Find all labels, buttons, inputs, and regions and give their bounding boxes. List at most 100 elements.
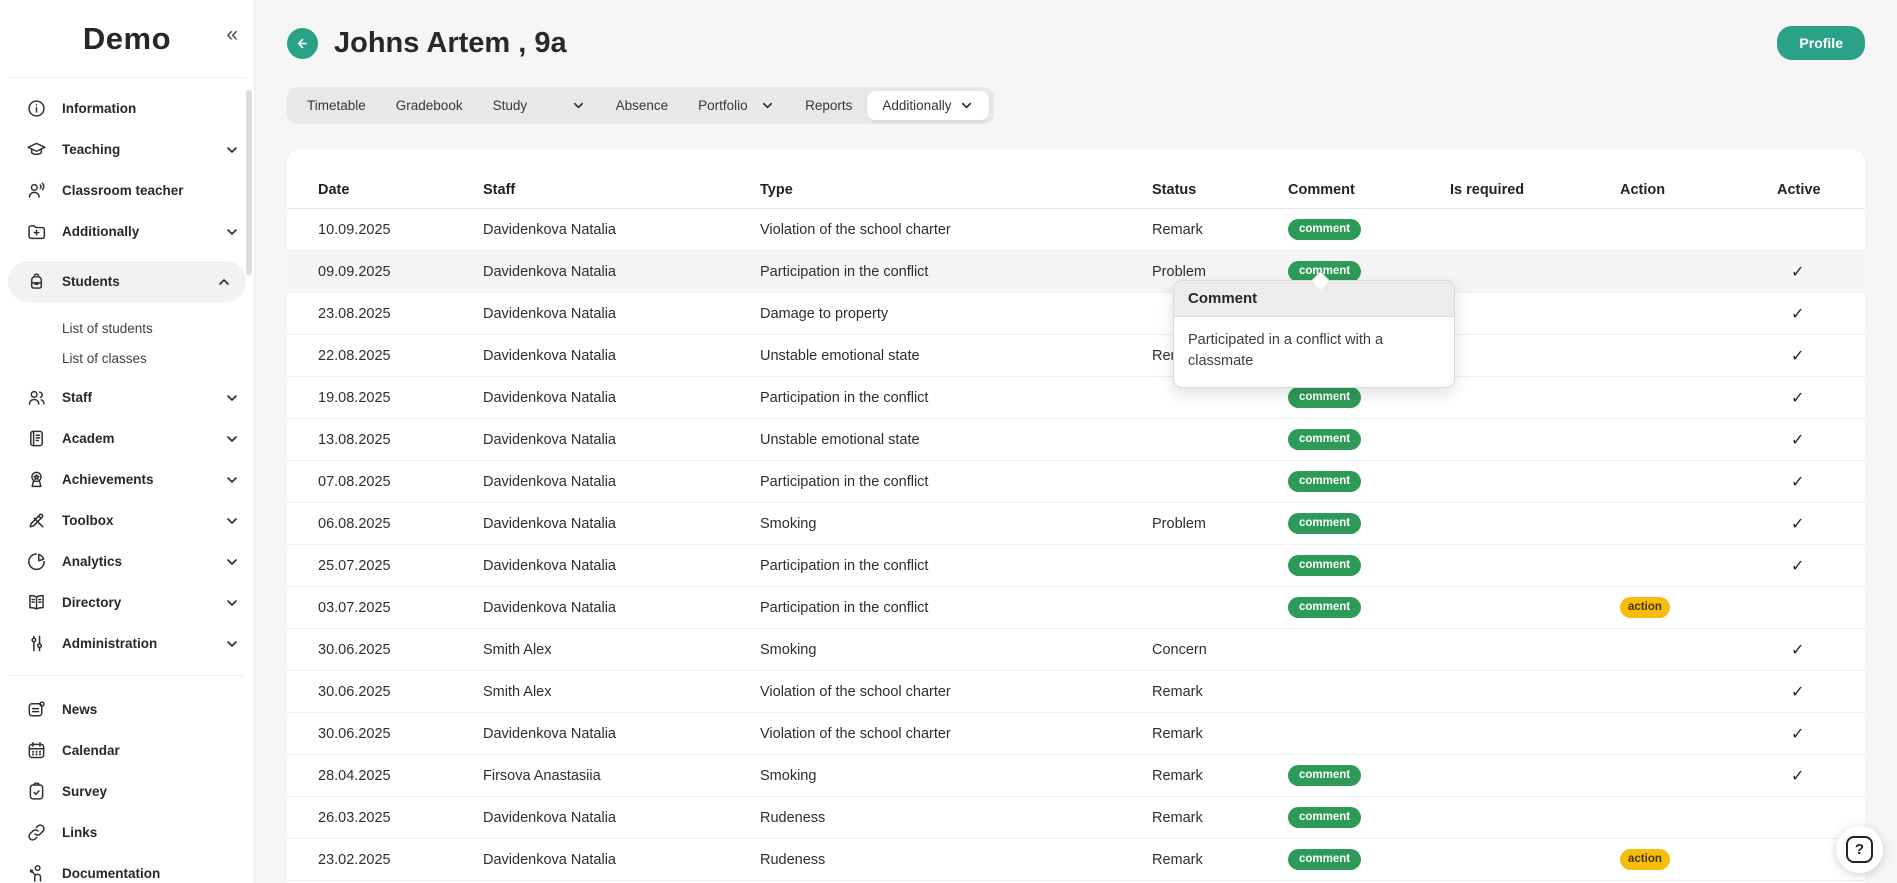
table-row[interactable]: 22.08.2025 Davidenkova Natalia Unstable … [287,335,1865,377]
sidebar-item-teaching[interactable]: Teaching [0,129,254,170]
active-check-icon: ✓ [1791,264,1804,281]
tab-label: Study [493,98,528,113]
cell-active: ✓ [1777,430,1834,450]
comment-badge[interactable]: comment [1288,597,1361,619]
tab-timetable[interactable]: Timetable [292,91,381,120]
tab-additionally[interactable]: Additionally [867,91,989,120]
cell-date: 07.08.2025 [318,474,483,490]
sidebar-item-toolbox[interactable]: Toolbox [0,500,254,541]
back-button[interactable] [287,28,318,59]
sidebar-item-academ[interactable]: Academ [0,418,254,459]
sidebar-item-students[interactable]: Students [8,261,246,302]
column-header-is-required: Is required [1450,182,1620,198]
sidebar-scrollbar[interactable] [246,90,252,873]
sidebar-item-directory[interactable]: Directory [0,582,254,623]
sidebar-item-staff[interactable]: Staff [0,377,254,418]
profile-button[interactable]: Profile [1777,26,1865,60]
cell-staff: Davidenkova Natalia [483,348,760,364]
table-row[interactable]: 26.03.2025 Davidenkova Natalia Rudeness … [287,797,1865,839]
table-row[interactable]: 10.09.2025 Davidenkova Natalia Violation… [287,209,1865,251]
info-icon-wrap [26,98,48,120]
survey-icon-wrap [26,781,48,803]
sidebar-item-documentation[interactable]: Documentation [0,853,254,883]
additionally-icon [26,221,47,242]
table-row[interactable]: 23.08.2025 Davidenkova Natalia Damage to… [287,293,1865,335]
sidebar-item-classroom-teacher[interactable]: Classroom teacher [0,170,254,211]
column-header-staff: Staff [483,182,760,198]
cell-staff: Firsova Anastasiia [483,768,760,784]
table-row[interactable]: 13.08.2025 Davidenkova Natalia Unstable … [287,419,1865,461]
links-icon [26,822,47,843]
table-row[interactable]: 30.06.2025 Smith Alex Violation of the s… [287,671,1865,713]
tab-absence[interactable]: Absence [601,91,684,120]
chevron-down-icon [224,472,240,488]
additionally-icon-wrap [26,221,48,243]
table-row[interactable]: 07.08.2025 Davidenkova Natalia Participa… [287,461,1865,503]
tab-bar: Timetable Gradebook Study Absence Portfo… [287,87,994,124]
sidebar-collapse-icon[interactable]: « [226,24,238,45]
cell-type: Violation of the school charter [760,726,1152,742]
table-row[interactable]: 23.02.2025 Davidenkova Natalia Rudeness … [287,839,1865,881]
table-row[interactable]: 03.07.2025 Davidenkova Natalia Participa… [287,587,1865,629]
sidebar-item-information[interactable]: Information [0,88,254,129]
active-check-icon: ✓ [1791,516,1804,533]
action-badge[interactable]: action [1620,597,1670,619]
comment-badge[interactable]: comment [1288,387,1361,409]
sidebar-item-news[interactable]: News [0,689,254,730]
sidebar-item-calendar[interactable]: Calendar [0,730,254,771]
comment-badge[interactable]: comment [1288,513,1361,535]
sidebar-subitem-list-of-students[interactable]: List of students [0,313,254,343]
table-row[interactable]: 06.08.2025 Davidenkova Natalia Smoking P… [287,503,1865,545]
table-header: DateStaffTypeStatusCommentIs requiredAct… [287,171,1865,209]
students-icon [26,271,47,292]
table-row[interactable]: 30.06.2025 Smith Alex Smoking Concern ✓ [287,629,1865,671]
tab-portfolio[interactable]: Portfolio [683,91,790,120]
tab-reports[interactable]: Reports [790,91,867,120]
table-row[interactable]: 28.04.2025 Firsova Anastasiia Smoking Re… [287,755,1865,797]
comment-badge[interactable]: comment [1288,471,1361,493]
achievements-icon [26,469,47,490]
cell-type: Unstable emotional state [760,348,1152,364]
active-check-icon: ✓ [1791,642,1804,659]
sidebar-scrollbar-thumb[interactable] [246,90,252,275]
sidebar-item-survey[interactable]: Survey [0,771,254,812]
sidebar-item-links[interactable]: Links [0,812,254,853]
tab-label: Portfolio [698,98,748,113]
sidebar-item-achievements[interactable]: Achievements [0,459,254,500]
table-row[interactable]: 19.08.2025 Davidenkova Natalia Participa… [287,377,1865,419]
cell-active: ✓ [1777,724,1834,744]
table-row[interactable]: 25.07.2025 Davidenkova Natalia Participa… [287,545,1865,587]
sidebar-subitem-list-of-classes[interactable]: List of classes [0,343,254,373]
table-row[interactable]: 30.06.2025 Davidenkova Natalia Violation… [287,713,1865,755]
cell-status: Concern [1152,642,1288,658]
sidebar-item-label: Achievements [62,472,224,487]
teaching-icon [26,139,47,160]
sidebar-item-administration[interactable]: Administration [0,623,254,664]
help-button[interactable]: ? [1836,826,1883,873]
tab-gradebook[interactable]: Gradebook [381,91,478,120]
administration-icon [26,633,47,654]
comment-badge[interactable]: comment [1288,807,1361,829]
directory-icon [26,592,47,613]
table-row[interactable]: 09.09.2025 Davidenkova Natalia Participa… [287,251,1865,293]
academ-icon-wrap [26,428,48,450]
cell-date: 23.02.2025 [318,852,483,868]
cell-status: Remark [1152,810,1288,826]
chevron-down-icon [760,98,775,113]
sidebar-item-analytics[interactable]: Analytics [0,541,254,582]
cell-active: ✓ [1777,766,1834,786]
comment-badge[interactable]: comment [1288,849,1361,871]
cell-status: Remark [1152,852,1288,868]
comment-badge[interactable]: comment [1288,429,1361,451]
comment-badge[interactable]: comment [1288,219,1361,241]
comment-badge[interactable]: comment [1288,765,1361,787]
comment-badge[interactable]: comment [1288,555,1361,577]
sidebar-item-additionally[interactable]: Additionally [0,211,254,252]
cell-staff: Davidenkova Natalia [483,852,760,868]
achievements-icon-wrap [26,469,48,491]
cell-active: ✓ [1777,682,1834,702]
column-header-status: Status [1152,182,1288,198]
action-badge[interactable]: action [1620,849,1670,871]
sidebar-header: Demo « [8,0,246,78]
tab-study[interactable]: Study [478,91,601,120]
